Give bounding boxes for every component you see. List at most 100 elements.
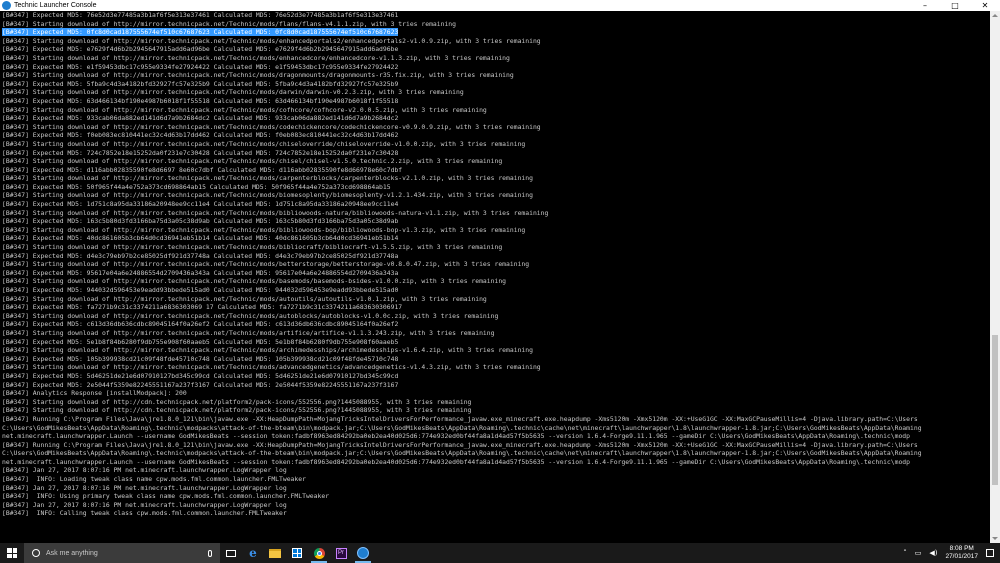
console-line: [B#347] Jan 27, 2017 8:07:16 PM net.mine…	[2, 500, 287, 509]
close-button[interactable]: ✕	[970, 0, 1000, 11]
console-line: [B#347] Expected MD5: 0fc8d0cad187555674…	[2, 28, 399, 37]
task-view-icon	[226, 549, 236, 557]
console-line: C:\Users\GodMikesBeats\AppData\Roaming\.…	[2, 423, 922, 432]
action-center-icon[interactable]	[986, 549, 994, 557]
console-line: [B#347] Jan 27, 2017 8:07:16 PM net.mine…	[2, 466, 287, 475]
console-line: [B#347] Jan 27, 2017 8:07:16 PM net.mine…	[2, 483, 287, 492]
console-line: [B#347] Expected MD5: 5e1b8f84b6280f9db7…	[2, 337, 399, 346]
console-line: [B#347] Starting download of http://cdn.…	[2, 397, 472, 406]
console-line: [B#347] Expected MD5: 2e5044f5359e822455…	[2, 380, 399, 389]
console-line: [B#347] INFO: Loading tweak class name c…	[2, 475, 306, 484]
console-line: [B#347] Starting download of http://mirr…	[2, 225, 526, 234]
edge-button[interactable]: e	[242, 543, 264, 563]
console-line: [B#347] Starting download of http://mirr…	[2, 260, 530, 269]
scroll-up-arrow-icon[interactable]	[990, 11, 1000, 20]
console-line: [B#347] Expected MD5: e7629f4d6b2b294564…	[2, 45, 399, 54]
console-line: [B#347] Expected MD5: 76e52d3e77485a3b1a…	[2, 11, 399, 19]
console-line: C:\Users\GodMikesBeats\AppData\Roaming\.…	[2, 449, 922, 458]
clock-time: 8:08 PM	[949, 545, 974, 552]
console-line: [B#347] Expected MD5: d4e3c79eb97b2ce850…	[2, 251, 399, 260]
technic-launcher-button[interactable]	[352, 543, 374, 563]
console-line: [B#347] Starting download of http://mirr…	[2, 208, 549, 217]
volume-icon[interactable]: ◀)	[929, 549, 937, 557]
console-line: [B#347] Starting download of http://mirr…	[2, 311, 499, 320]
console-line: [B#347] Starting download of http://cdn.…	[2, 406, 472, 415]
window-title: Technic Launcher Console	[14, 2, 97, 9]
clock-date: 27/01/2017	[945, 553, 978, 560]
console-line: [B#347] Starting download of http://mirr…	[2, 36, 541, 45]
cortana-icon	[32, 549, 40, 557]
console-line: [B#347] Expected MD5: 63d466134bf190e498…	[2, 96, 399, 105]
console-line: net.minecraft.launchwrapper.Launch --use…	[2, 457, 911, 466]
minimize-button[interactable]: –	[910, 0, 940, 11]
console-line: [B#347] Running C:\Program Files\Java\jr…	[2, 414, 918, 423]
console-line: [B#347] Expected MD5: e1f59453dbc17c955e…	[2, 62, 399, 71]
console-output[interactable]: [B#347] Expected MD5: 76e52d3e77485a3b1a…	[0, 11, 990, 543]
console-line: [B#347] Starting download of http://mirr…	[2, 105, 487, 114]
console-line: [B#347] Starting download of http://mirr…	[2, 363, 541, 372]
premiere-button[interactable]: Pr	[330, 543, 352, 563]
start-button[interactable]	[0, 543, 24, 563]
premiere-icon: Pr	[335, 547, 347, 559]
file-explorer-button[interactable]	[264, 543, 286, 563]
console-line: [B#347] Expected MD5: 50f965f44a4e752a37…	[2, 182, 391, 191]
console-line: [B#347] Expected MD5: f0eb083ec810441ec3…	[2, 131, 399, 140]
console-line: [B#347] Starting download of http://mirr…	[2, 174, 533, 183]
console-line: [B#347] Starting download of http://mirr…	[2, 277, 507, 286]
technic-icon	[357, 547, 369, 559]
vertical-scrollbar[interactable]	[990, 11, 1000, 543]
store-button[interactable]	[286, 543, 308, 563]
folder-icon	[269, 548, 281, 558]
console-line: [B#347] INFO: Using primary tweak class …	[2, 492, 330, 501]
windows-logo-icon	[7, 548, 17, 558]
microphone-icon[interactable]	[208, 549, 212, 557]
console-line: net.minecraft.launchwrapper.Launch --use…	[2, 432, 911, 441]
console-line: [B#347] Expected MD5: d116abb02835590fe8…	[2, 165, 403, 174]
console-line: [B#347] Starting download of http://mirr…	[2, 53, 510, 62]
console-line: [B#347] Expected MD5: c613d36db636cdbc89…	[2, 320, 399, 329]
title-bar: Technic Launcher Console – □ ✕	[0, 0, 1000, 11]
maximize-button[interactable]: □	[940, 0, 970, 11]
console-line: [B#347] INFO: Calling tweak class cpw.mo…	[2, 509, 287, 518]
console-line: [B#347] Starting download of http://mirr…	[2, 139, 526, 148]
search-placeholder: Ask me anything	[46, 549, 98, 557]
console-line: [B#347] Expected MD5: 1d751c8a95da33186a…	[2, 200, 399, 209]
cortana-search-box[interactable]: Ask me anything	[24, 543, 220, 563]
show-hidden-icons-chevron-icon[interactable]: ˄	[903, 549, 907, 557]
console-line: [B#347] Starting download of http://mirr…	[2, 19, 457, 28]
console-line: [B#347] Expected MD5: 163c5b80d3fd3166ba…	[2, 217, 399, 226]
console-line: [B#347] Analytics Response [installModpa…	[2, 389, 187, 398]
console-line: [B#347] Starting download of http://mirr…	[2, 122, 541, 131]
console-line: [B#347] Starting download of http://mirr…	[2, 328, 495, 337]
edge-icon: e	[249, 546, 257, 560]
console-line: [B#347] Starting download of http://mirr…	[2, 88, 464, 97]
log-lines: [B#347] Expected MD5: 76e52d3e77485a3b1a…	[0, 11, 990, 518]
console-line: [B#347] Starting download of http://mirr…	[2, 243, 503, 252]
console-line: [B#347] Expected MD5: 5d46251de21e6d0791…	[2, 371, 399, 380]
chrome-icon	[313, 547, 325, 559]
console-line: [B#347] Expected MD5: 944032d596453e9ead…	[2, 286, 399, 294]
console-line: [B#347] Starting download of http://mirr…	[2, 71, 514, 80]
clock[interactable]: 8:08 PM 27/01/2017	[945, 545, 978, 561]
network-icon[interactable]: ▭	[915, 549, 922, 557]
console-line: [B#347] Expected MD5: 95617e04a6e2488655…	[2, 268, 399, 277]
console-line: [B#347] Starting download of http://mirr…	[2, 157, 503, 166]
store-icon	[292, 548, 302, 558]
console-line: [B#347] Expected MD5: 5fba9c4d3a4182bfd3…	[2, 79, 399, 88]
scroll-thumb[interactable]	[992, 335, 998, 485]
console-line: [B#347] Running C:\Program Files\Java\jr…	[2, 440, 918, 449]
console-line: [B#347] Starting download of http://mirr…	[2, 346, 533, 355]
console-line: [B#347] Expected MD5: 933cab06da882ed141…	[2, 114, 399, 123]
console-line: [B#347] Expected MD5: 40dc861605b3cb64d0…	[2, 234, 399, 243]
chrome-button[interactable]	[308, 543, 330, 563]
system-tray: ˄ ▭ ◀) 8:08 PM 27/01/2017	[899, 543, 1000, 563]
console-line: [B#347] Expected MD5: 105b399938cd21c09f…	[2, 354, 399, 363]
console-line: [B#347] Starting download of http://mirr…	[2, 294, 487, 303]
console-line: [B#347] Expected MD5: 724c7852e18e15252d…	[2, 148, 399, 157]
window-controls: – □ ✕	[910, 0, 1000, 11]
console-line: [B#347] Expected MD5: fa7271b9c31c337421…	[2, 303, 403, 312]
console-line: [B#347] Starting download of http://mirr…	[2, 191, 533, 200]
task-view-button[interactable]	[220, 543, 242, 563]
scroll-down-arrow-icon[interactable]	[990, 534, 1000, 543]
technic-app-icon	[2, 1, 11, 10]
